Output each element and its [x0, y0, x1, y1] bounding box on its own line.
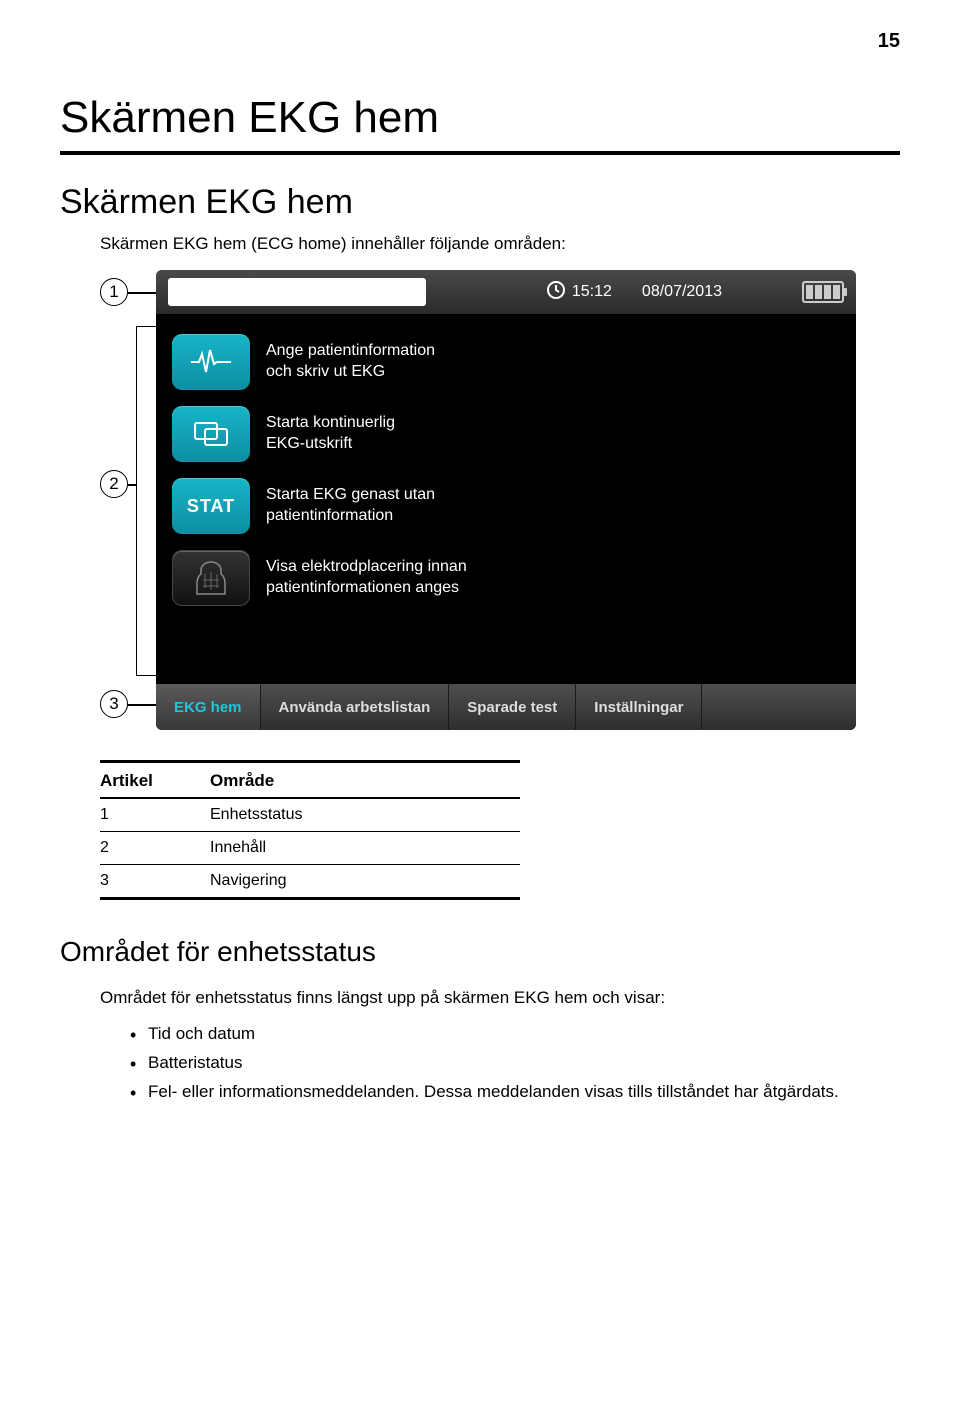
page-number: 15	[60, 30, 900, 53]
table-cell: 1	[100, 806, 210, 824]
status-bar: 15:12 08/07/2013	[156, 270, 856, 314]
rule	[100, 897, 520, 900]
statusbar-time: 15:12	[572, 283, 612, 301]
menu-item-label: Visa elektrodplacering innan patientinfo…	[266, 557, 467, 599]
battery-icon	[802, 281, 844, 303]
print-icon	[172, 406, 250, 462]
screenshot-figure: 1 2 3 15:12 08/07/2013	[100, 270, 900, 730]
tab-worklist[interactable]: Använda arbetslistan	[261, 684, 450, 730]
tab-ekg-hem[interactable]: EKG hem	[156, 684, 261, 730]
content-area: Ange patientinformation och skriv ut EKG…	[156, 314, 856, 684]
paragraph: Området för enhetsstatus finns längst up…	[100, 986, 900, 1010]
tab-saved-tests[interactable]: Sparade test	[449, 684, 576, 730]
list-item: Tid och datum	[130, 1020, 900, 1049]
callout-line	[128, 704, 156, 706]
menu-item-label: Starta EKG genast utan patientinformatio…	[266, 485, 435, 527]
callouts-column: 1 2 3	[100, 270, 156, 730]
menu-item-label: Starta kontinuerlig EKG-utskrift	[266, 413, 395, 455]
subsection-title: Området för enhetsstatus	[60, 936, 900, 968]
table-cell: Innehåll	[210, 839, 520, 857]
chapter-title: Skärmen EKG hem	[60, 93, 900, 143]
text-line: Visa elektrodplacering innan	[266, 557, 467, 578]
table-cell: 2	[100, 839, 210, 857]
stat-button: STAT	[172, 478, 250, 534]
statusbar-date: 08/07/2013	[642, 283, 722, 301]
ecg-icon	[172, 334, 250, 390]
bullet-list: Tid och datum Batteristatus Fel- eller i…	[130, 1020, 900, 1107]
text-line: och skriv ut EKG	[266, 362, 435, 383]
stat-label: STAT	[187, 496, 235, 517]
callout-1: 1	[100, 278, 128, 306]
intro-paragraph: Skärmen EKG hem (ECG home) innehåller fö…	[100, 234, 900, 254]
text-line: patientinformation	[266, 506, 435, 527]
table-cell: 3	[100, 872, 210, 890]
menu-item-electrode-placement[interactable]: Visa elektrodplacering innan patientinfo…	[168, 542, 844, 614]
callout-line	[128, 292, 156, 294]
tab-settings[interactable]: Inställningar	[576, 684, 702, 730]
list-item: Fel- eller informationsmeddelanden. Dess…	[130, 1078, 900, 1107]
table-row: 2 Innehåll	[100, 832, 520, 864]
statusbar-left-box	[168, 278, 426, 306]
statusbar-clock: 15:12	[546, 280, 612, 305]
text-line: Ange patientinformation	[266, 341, 435, 362]
callout-2: 2	[100, 470, 128, 498]
menu-item-continuous-print[interactable]: Starta kontinuerlig EKG-utskrift	[168, 398, 844, 470]
device-mock: 15:12 08/07/2013 Ange patientinformation…	[156, 270, 856, 730]
text-line: Starta kontinuerlig	[266, 413, 395, 434]
menu-item-label: Ange patientinformation och skriv ut EKG	[266, 341, 435, 383]
nav-tabs: EKG hem Använda arbetslistan Sparade tes…	[156, 684, 856, 730]
text-line: EKG-utskrift	[266, 434, 395, 455]
callout-line	[128, 484, 136, 486]
callout-3: 3	[100, 690, 128, 718]
table-cell: Enhetsstatus	[210, 806, 520, 824]
list-item: Batteristatus	[130, 1049, 900, 1078]
table-header-omrade: Område	[210, 771, 520, 791]
menu-item-stat[interactable]: STAT Starta EKG genast utan patientinfor…	[168, 470, 844, 542]
article-table: Artikel Område 1 Enhetsstatus 2 Innehåll…	[100, 760, 520, 900]
table-row: 1 Enhetsstatus	[100, 799, 520, 831]
text-line: Starta EKG genast utan	[266, 485, 435, 506]
torso-icon	[172, 550, 250, 606]
table-header-artikel: Artikel	[100, 771, 210, 791]
menu-item-enter-patient[interactable]: Ange patientinformation och skriv ut EKG	[168, 326, 844, 398]
text-line: patientinformationen anges	[266, 578, 467, 599]
section-title: Skärmen EKG hem	[60, 183, 900, 222]
clock-icon	[546, 280, 566, 305]
table-cell: Navigering	[210, 872, 520, 890]
rule	[60, 151, 900, 155]
bracket-2	[136, 326, 156, 676]
table-head-row: Artikel Område	[100, 763, 520, 797]
table-row: 3 Navigering	[100, 865, 520, 897]
